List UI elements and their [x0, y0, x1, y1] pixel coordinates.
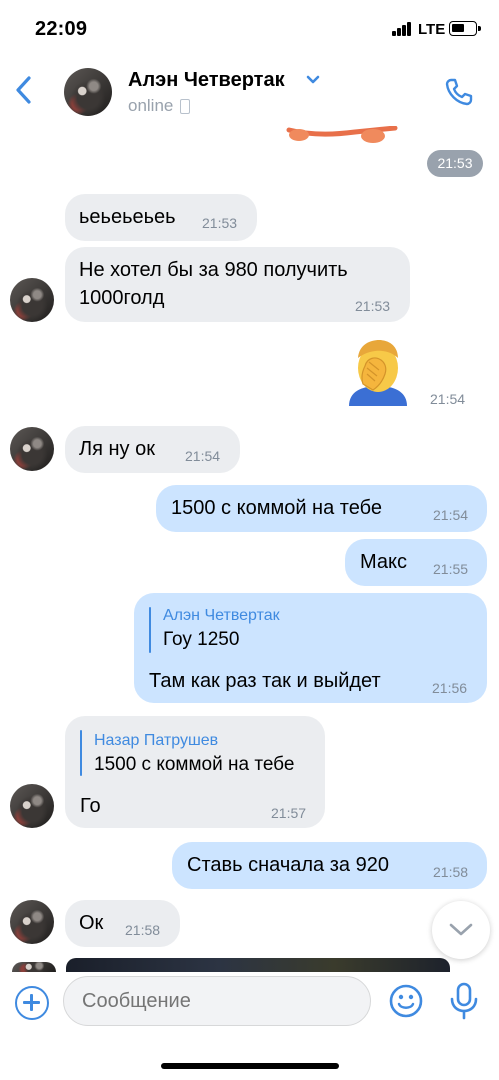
avatar	[12, 962, 56, 972]
message-text: Ок	[79, 912, 104, 934]
message-text: Ля ну ок	[79, 438, 155, 460]
message-text: Там как раз так и выйдет	[149, 670, 381, 692]
back-icon[interactable]	[10, 72, 40, 108]
facepalm-emoji-icon	[349, 340, 407, 406]
message-text: Го	[80, 795, 101, 817]
message-time: 21:55	[433, 561, 469, 577]
reply-text: Гоу 1250	[163, 629, 240, 650]
chat-header: Алэн Четвертак online	[0, 56, 499, 126]
message-bubble-incoming[interactable]: ьеьеьеьеь 21:53	[65, 194, 257, 241]
reply-author[interactable]: Алэн Четвертак	[163, 607, 280, 625]
reply-bar	[80, 730, 82, 776]
message-time: 21:54	[430, 391, 466, 407]
reply-bar	[149, 607, 151, 653]
status-bar: 22:09 LTE	[0, 0, 499, 56]
avatar[interactable]	[10, 427, 54, 471]
avatar[interactable]	[10, 278, 54, 322]
chevron-down-icon[interactable]	[305, 74, 321, 86]
message-time: 21:58	[125, 922, 161, 938]
message-bubble-outgoing[interactable]: Ставь сначала за 920 21:58	[172, 842, 487, 889]
message-text: Макс	[360, 551, 407, 573]
image-attachment-preview[interactable]	[66, 958, 450, 972]
smile-icon[interactable]	[389, 984, 423, 1018]
avatar[interactable]	[64, 68, 112, 116]
mic-icon[interactable]	[447, 982, 481, 1020]
message-text: 1500 с коммой на тебе	[171, 497, 382, 519]
message-bubble-outgoing[interactable]: 1500 с коммой на тебе 21:54	[156, 485, 487, 532]
message-text: Не хотел бы за 980 получить	[79, 259, 348, 281]
attach-icon[interactable]	[15, 986, 49, 1020]
message-bubble-incoming[interactable]: Ля ну ок 21:54	[65, 426, 240, 473]
sticker-icon	[286, 126, 398, 143]
time-chip: 21:53	[427, 150, 483, 177]
composer	[0, 972, 499, 1036]
avatar[interactable]	[10, 900, 54, 944]
mobile-device-icon	[180, 99, 190, 114]
message-time: 21:58	[433, 864, 469, 880]
message-bubble-incoming[interactable]: Не хотел бы за 980 получить 1000голд 21:…	[65, 247, 410, 322]
network-label: LTE	[418, 21, 446, 38]
chevron-down-icon	[449, 923, 473, 936]
message-time: 21:54	[185, 448, 221, 464]
status-time: 22:09	[35, 18, 88, 40]
signal-icon	[392, 22, 412, 36]
scroll-down-button[interactable]	[432, 901, 490, 959]
online-status: online	[128, 96, 174, 115]
message-bubble-incoming[interactable]: Назар Патрушев 1500 с коммой на тебе Го …	[65, 716, 325, 828]
phone-icon[interactable]	[443, 76, 475, 108]
message-time: 21:54	[433, 507, 469, 523]
battery-icon	[449, 21, 481, 36]
message-time: 21:53	[202, 215, 238, 231]
message-text: 1000голд	[79, 287, 165, 309]
message-time: 21:57	[271, 805, 307, 821]
avatar[interactable]	[10, 784, 54, 828]
message-bubble-incoming[interactable]: Ок 21:58	[65, 900, 180, 947]
reply-author[interactable]: Назар Патрушев	[94, 732, 218, 750]
message-input[interactable]	[63, 976, 371, 1026]
message-bubble-outgoing[interactable]: Алэн Четвертак Гоу 1250 Там как раз так …	[134, 593, 487, 703]
message-bubble-outgoing[interactable]: Макс 21:55	[345, 539, 487, 586]
home-indicator	[161, 1063, 339, 1069]
message-time: 21:53	[355, 298, 391, 314]
message-time: 21:56	[432, 680, 468, 696]
message-text: ьеьеьеьеь	[79, 206, 176, 228]
reply-text: 1500 с коммой на тебе	[94, 754, 295, 775]
chat-title[interactable]: Алэн Четвертак	[128, 69, 285, 92]
message-text: Ставь сначала за 920	[187, 854, 389, 876]
